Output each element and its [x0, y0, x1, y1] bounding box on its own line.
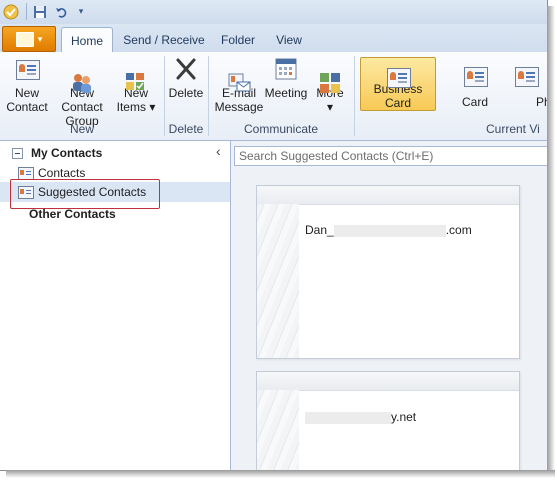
collapse-icon[interactable]: [12, 147, 23, 159]
email-contact-icon: [225, 56, 253, 92]
card-email: y.net: [305, 410, 416, 424]
new-items-button[interactable]: New Items ▾: [114, 56, 158, 120]
group-separator: [354, 56, 355, 136]
meeting-button[interactable]: Meeting: [262, 56, 310, 120]
email-message-button[interactable]: E-mail Message: [212, 56, 266, 120]
meeting-calendar-icon: [272, 56, 300, 82]
card-view-button[interactable]: Card: [448, 63, 502, 127]
card-icon: [461, 63, 489, 89]
delete-x-icon: [172, 56, 200, 82]
delete-button[interactable]: Delete: [166, 56, 206, 120]
search-input[interactable]: Search Suggested Contacts (Ctrl+E): [234, 146, 547, 166]
card-header-strip: [257, 186, 519, 205]
communicate-group-label: Communicate: [243, 122, 319, 136]
annotation-highlight-box: [10, 179, 160, 209]
redacted-text: [305, 411, 391, 424]
delete-group-label: Delete: [168, 122, 204, 136]
my-contacts-header[interactable]: My Contacts ‹: [0, 143, 230, 163]
redacted-text: [333, 224, 446, 237]
business-card[interactable]: Dan_ .com: [256, 185, 520, 359]
more-button[interactable]: More ▾: [310, 56, 350, 120]
tab-send-receive[interactable]: Send / Receive: [120, 29, 208, 51]
customize-qat-icon[interactable]: ▾: [76, 3, 86, 20]
business-card-icon: [384, 64, 412, 88]
file-dropdown-icon: ▾: [37, 33, 43, 44]
card-decoration: [257, 204, 299, 358]
quick-access-toolbar: ▾: [0, 0, 547, 24]
outlook-app-icon[interactable]: [2, 3, 20, 20]
contacts-folder-icon: [18, 166, 34, 180]
tab-home[interactable]: Home: [61, 27, 113, 54]
window-shadow: [6, 470, 555, 478]
tab-folder[interactable]: Folder: [212, 29, 264, 51]
minimize-pane-chevron-icon[interactable]: ‹: [216, 143, 221, 159]
card-header-strip: [257, 372, 519, 391]
more-icon: [316, 56, 344, 93]
new-contact-icon: [13, 56, 41, 82]
file-menu-icon: [15, 31, 34, 47]
card-email: Dan_ .com: [305, 223, 472, 237]
new-items-icon: [122, 56, 150, 90]
ribbon-home: New Contact New Contact Group New Items …: [0, 52, 547, 141]
save-icon[interactable]: [32, 3, 48, 20]
current-view-group-label: Current Vi: [486, 122, 540, 136]
new-contact-group-button[interactable]: New Contact Group: [48, 56, 116, 128]
ribbon-tab-row: ▾ Home Send / Receive Folder View: [0, 24, 547, 54]
undo-icon[interactable]: [54, 3, 68, 20]
new-group-label: New: [69, 122, 94, 136]
card-decoration: [257, 390, 299, 470]
qat-separator: [26, 3, 27, 20]
contact-group-icon: [68, 56, 96, 93]
window-shadow: [547, 6, 555, 474]
file-tab-button[interactable]: ▾: [2, 26, 56, 52]
business-card[interactable]: y.net: [256, 371, 520, 470]
phone-list-icon: [512, 63, 540, 89]
business-card-view-button[interactable]: Business Card: [360, 57, 436, 111]
phone-view-button[interactable]: Ph: [512, 63, 547, 127]
tab-view[interactable]: View: [268, 29, 310, 51]
outlook-window: ▾ ▾ Home Send / Receive Folder View New …: [0, 0, 548, 471]
new-contact-button[interactable]: New Contact: [2, 56, 52, 120]
contacts-main-area: Search Suggested Contacts (Ctrl+E) Dan_.…: [231, 141, 547, 470]
